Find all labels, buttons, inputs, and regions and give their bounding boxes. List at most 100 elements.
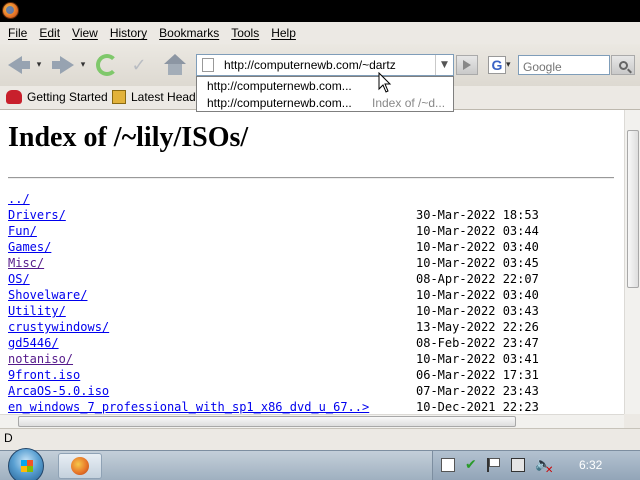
menu-tools[interactable]: Tools <box>225 26 265 40</box>
chevron-down-icon: ▾ <box>506 60 511 70</box>
scrollbar-corner <box>624 414 640 428</box>
stop-button[interactable]: ✓ <box>126 52 152 78</box>
listing-link[interactable]: OS/ <box>8 272 30 286</box>
listing-row: ../ <box>8 192 624 208</box>
listing-link[interactable]: Utility/ <box>8 304 66 318</box>
search-engine-selector[interactable]: G ▾ <box>488 55 516 75</box>
menu-file[interactable]: File <box>2 26 33 40</box>
listing-link[interactable]: ../ <box>8 192 30 206</box>
vertical-scroll-thumb[interactable] <box>627 130 639 288</box>
listing-row: Misc/10-Mar-2022 03:45 <box>8 256 624 272</box>
title-bar <box>0 0 640 22</box>
network-icon[interactable] <box>511 458 525 472</box>
listing-link[interactable]: Fun/ <box>8 224 37 238</box>
menu-bar: File Edit View History Bookmarks Tools H… <box>0 22 640 44</box>
url-bar[interactable]: http://computernewb.com/~dartz ▼ <box>196 54 454 76</box>
listing-date: 10-Dec-2021 22:23 <box>416 400 539 414</box>
page-content: Index of /~lily/ISOs/ ../ Drivers/30-Mar-… <box>0 110 624 414</box>
back-history-dropdown[interactable]: ▾ <box>34 52 44 78</box>
search-button[interactable] <box>611 55 635 75</box>
menu-history[interactable]: History <box>104 26 153 40</box>
listing-row: Utility/10-Mar-2022 03:43 <box>8 304 624 320</box>
go-arrow-icon <box>463 60 471 70</box>
forward-button[interactable] <box>50 52 76 78</box>
directory-listing: ../ Drivers/30-Mar-2022 18:53 Fun/10-Mar-2… <box>8 192 624 414</box>
windows-logo-icon <box>21 460 33 472</box>
vertical-scrollbar[interactable] <box>624 110 640 414</box>
chevron-down-icon: ▾ <box>80 60 86 70</box>
search-input[interactable] <box>519 58 607 76</box>
listing-link[interactable]: notaniso/ <box>8 352 73 366</box>
listing-link[interactable]: Drivers/ <box>8 208 66 222</box>
checkmark-icon[interactable]: ✔ <box>465 458 479 472</box>
taskbar-firefox-button[interactable] <box>58 453 102 479</box>
muted-x-icon: ✕ <box>545 465 554 476</box>
bookmark-label: Getting Started <box>27 90 108 104</box>
forward-history-dropdown[interactable]: ▾ <box>78 52 88 78</box>
home-button[interactable] <box>162 52 188 78</box>
url-input[interactable]: http://computernewb.com/~dartz <box>224 58 396 72</box>
url-autocomplete-popup: http://computernewb.com... http://comput… <box>196 76 454 112</box>
listing-link[interactable]: ArcaOS-5.0.iso <box>8 384 109 398</box>
menu-edit[interactable]: Edit <box>33 26 66 40</box>
listing-row: en_windows_7_professional_with_sp1_x86_d… <box>8 400 624 414</box>
listing-link[interactable]: Games/ <box>8 240 51 254</box>
listing-link[interactable]: 9front.iso <box>8 368 80 382</box>
system-tray: ✔ 🔈 ✕ 6:32 <box>432 451 640 480</box>
bookmark-icon <box>6 90 22 104</box>
listing-link[interactable]: Misc/ <box>8 256 44 270</box>
listing-row: crustywindows/13-May-2022 22:26 <box>8 320 624 336</box>
listing-row: Drivers/30-Mar-2022 18:53 <box>8 208 624 224</box>
reload-button[interactable] <box>94 52 120 78</box>
back-button[interactable] <box>6 52 32 78</box>
go-button[interactable] <box>456 55 478 75</box>
home-icon <box>164 54 186 76</box>
listing-row: Fun/10-Mar-2022 03:44 <box>8 224 624 240</box>
forward-arrow-icon <box>60 56 74 74</box>
listing-date: 07-Mar-2022 23:43 <box>416 384 539 398</box>
autocomplete-title: Index of /~d... <box>372 95 446 110</box>
rss-icon <box>112 90 126 104</box>
listing-row: Shovelware/10-Mar-2022 03:40 <box>8 288 624 304</box>
menu-help[interactable]: Help <box>265 26 302 40</box>
url-history-dropdown[interactable]: ▼ <box>435 55 453 75</box>
back-arrow-icon <box>8 56 22 74</box>
listing-row: gd5446/08-Feb-2022 23:47 <box>8 336 624 352</box>
page-title: Index of /~lily/ISOs/ <box>8 122 249 153</box>
autocomplete-url: http://computernewb.com... <box>207 95 352 110</box>
start-button[interactable] <box>8 448 44 480</box>
firefox-icon[interactable] <box>2 2 19 19</box>
autocomplete-url: http://computernewb.com... <box>207 78 352 93</box>
bookmark-getting-started[interactable]: Getting Started <box>6 90 108 104</box>
autocomplete-item[interactable]: http://computernewb.com... Index of /~d.… <box>197 94 453 111</box>
listing-row: notaniso/10-Mar-2022 03:41 <box>8 352 624 368</box>
listing-row: ArcaOS-5.0.iso 07-Mar-2022 23:43 <box>8 384 624 400</box>
search-bar[interactable] <box>518 55 610 76</box>
listing-row: OS/08-Apr-2022 22:07 <box>8 272 624 288</box>
reload-icon <box>96 54 118 76</box>
chevron-down-icon: ▾ <box>36 60 42 70</box>
listing-link[interactable]: en_windows_7_professional_with_sp1_x86_d… <box>8 400 369 414</box>
page-icon <box>202 58 214 72</box>
firefox-icon <box>71 457 89 475</box>
mouse-cursor-icon <box>378 72 392 93</box>
menu-view[interactable]: View <box>66 26 104 40</box>
taskbar: ✔ 🔈 ✕ 6:32 <box>0 448 640 480</box>
listing-row: 9front.iso 06-Mar-2022 17:31 <box>8 368 624 384</box>
listing-date: 08-Apr-2022 22:07 <box>416 272 539 286</box>
status-bar: D <box>0 428 640 450</box>
horizontal-scrollbar[interactable] <box>0 414 624 428</box>
clock[interactable]: 6:32 <box>579 458 602 472</box>
clipboard-icon[interactable] <box>441 458 455 472</box>
listing-link[interactable]: gd5446/ <box>8 336 59 350</box>
stop-icon: ✓ <box>131 54 147 76</box>
listing-link[interactable]: crustywindows/ <box>8 320 109 334</box>
action-center-flag-icon[interactable] <box>487 458 501 472</box>
listing-link[interactable]: Shovelware/ <box>8 288 87 302</box>
menu-bookmarks[interactable]: Bookmarks <box>153 26 225 40</box>
listing-date: 08-Feb-2022 23:47 <box>416 336 539 350</box>
horizontal-scroll-thumb[interactable] <box>18 416 516 427</box>
autocomplete-item[interactable]: http://computernewb.com... <box>197 77 453 94</box>
listing-date: 13-May-2022 22:26 <box>416 320 539 334</box>
desktop-screen: File Edit View History Bookmarks Tools H… <box>0 0 640 480</box>
